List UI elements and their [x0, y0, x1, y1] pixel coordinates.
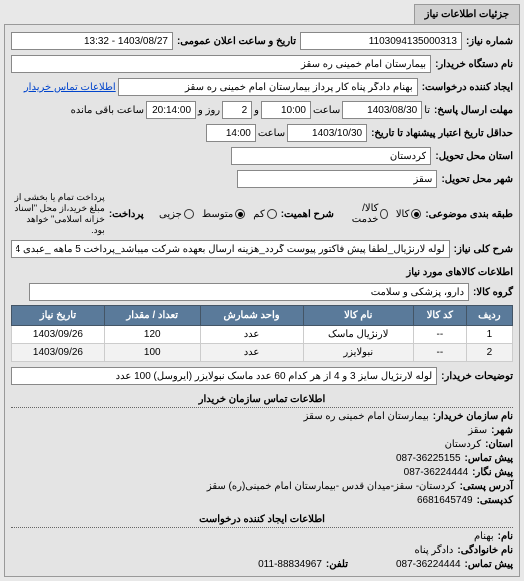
city-label: شهر محل تحویل: — [439, 174, 513, 185]
importance-label: شرح اهمیت: — [279, 209, 334, 220]
items-table: ردیف کد کالا نام کالا واحد شمارش تعداد /… — [11, 305, 513, 362]
remain-days[interactable] — [222, 101, 252, 119]
group-field[interactable] — [29, 283, 469, 301]
payment-label: پرداخت: — [107, 209, 144, 220]
cell: 1403/09/26 — [12, 326, 105, 344]
radio-low-label: کم — [253, 209, 264, 220]
cell: -- — [413, 344, 466, 362]
cb-city: سقز — [468, 425, 487, 436]
cb-postcode: 6681645749 — [417, 495, 473, 506]
cell: -- — [413, 326, 466, 344]
cb-province: کردستان — [445, 439, 482, 450]
radio-low-icon — [267, 209, 277, 219]
details-panel: شماره نیاز: تاریخ و ساعت اعلان عمومی: نا… — [4, 24, 520, 577]
cell: نبولایزر — [303, 344, 413, 362]
buyer-org-label: نام دستگاه خریدار: — [433, 59, 513, 70]
requester-field[interactable] — [118, 78, 418, 96]
group-label: گروه کالا: — [471, 287, 513, 298]
remain-and: و — [254, 105, 259, 116]
city-field[interactable] — [237, 170, 437, 188]
number-label: شماره نیاز: — [464, 36, 513, 47]
cell: 120 — [104, 326, 200, 344]
deadline-time-label: ساعت — [313, 105, 340, 116]
radio-both-label: کالا/خدمت — [349, 203, 378, 225]
cb-org-label: نام سازمان خریدار: — [433, 411, 513, 422]
packaging-radios[interactable]: کالا کالا/خدمت — [343, 203, 421, 225]
cc-fax-label: تلفن: — [326, 559, 348, 570]
valid-date[interactable] — [287, 124, 367, 142]
title-label: شرح کلی نیاز: — [452, 244, 513, 255]
importance-radios[interactable]: کم متوسط جزیی — [153, 209, 277, 220]
cb-postal-label: آدرس پستی: — [460, 481, 513, 492]
packaging-label: طبقه بندی موضوعی: — [423, 209, 513, 220]
cb-fax: 087-36224444 — [404, 467, 469, 478]
radio-partial-label: جزیی — [159, 209, 182, 220]
cell: عدد — [200, 344, 303, 362]
th-row: ردیف — [466, 306, 512, 326]
cb-fax-label: پیش نگار: — [472, 467, 513, 478]
remain-time[interactable] — [146, 101, 196, 119]
payment-note: پرداخت تمام یا بخشی از مبلغ خرید،از محل … — [11, 192, 105, 236]
cell: 1403/09/26 — [12, 344, 105, 362]
cc-fname-label: نام: — [498, 531, 513, 542]
public-date-field[interactable] — [11, 32, 173, 50]
cc-fname: بهنام — [474, 531, 494, 542]
th-code: کد کالا — [413, 306, 466, 326]
radio-kala-label: کالا — [396, 209, 410, 220]
th-date: تاریخ نیاز — [12, 306, 105, 326]
radio-med-label: متوسط — [202, 209, 233, 220]
valid-label: حداقل تاریخ اعتبار پیشنهاد تا تاریخ: — [369, 128, 513, 139]
cc-fax: 011-88834967 — [258, 559, 322, 570]
cell: لارنژیال ماسک — [303, 326, 413, 344]
cc-phone: 087-36224444 — [396, 559, 461, 570]
items-section-title: اطلاعات کالاهای مورد نیاز — [11, 267, 513, 278]
th-qty: تعداد / مقدار — [104, 306, 200, 326]
province-field[interactable] — [231, 147, 431, 165]
requester-label: ایجاد کننده درخواست: — [420, 82, 513, 93]
th-unit: واحد شمارش — [200, 306, 303, 326]
cb-org: بیمارستان امام خمینی ره سقز — [304, 411, 429, 422]
contact-creator-title: اطلاعات ایجاد کننده درخواست — [11, 514, 513, 528]
buyer-notes-label: توضیحات خریدار: — [439, 371, 513, 382]
cc-lname-label: نام خانوادگی: — [457, 545, 513, 556]
cell: 1 — [466, 326, 512, 344]
buyer-notes-field[interactable] — [11, 367, 437, 385]
remain-time-label: ساعت باقی مانده — [71, 105, 144, 116]
cb-postcode-label: کدپستی: — [477, 495, 513, 506]
table-header-row: ردیف کد کالا نام کالا واحد شمارش تعداد /… — [12, 306, 513, 326]
contact-buyer-title: اطلاعات تماس سازمان خریدار — [11, 394, 513, 408]
radio-both-icon — [380, 209, 387, 219]
table-row: 2 -- نبولایزر عدد 100 1403/09/26 — [12, 344, 513, 362]
buyer-org-field[interactable] — [11, 55, 431, 73]
deadline-time[interactable] — [261, 101, 311, 119]
number-field[interactable] — [300, 32, 462, 50]
deadline-date[interactable] — [342, 101, 422, 119]
cell: عدد — [200, 326, 303, 344]
deadline-label: مهلت ارسال پاسخ: — [432, 105, 513, 116]
cc-phone-label: پیش تماس: — [465, 559, 513, 570]
public-date-label: تاریخ و ساعت اعلان عمومی: — [175, 36, 296, 47]
cb-province-label: استان: — [485, 439, 513, 450]
province-label: استان محل تحویل: — [433, 151, 513, 162]
contact-buyer-link[interactable]: اطلاعات تماس خریدار — [24, 82, 116, 93]
remain-day-label: روز و — [198, 105, 220, 116]
cb-postal: کردستان- سقز-میدان قدس -بیمارستان امام خ… — [207, 481, 456, 492]
tab-details[interactable]: جزئیات اطلاعات نیاز — [414, 4, 520, 24]
title-field[interactable] — [11, 240, 450, 258]
valid-time-label: ساعت — [258, 128, 285, 139]
cell: 2 — [466, 344, 512, 362]
radio-med-icon — [235, 209, 245, 219]
radio-kala-icon — [411, 209, 421, 219]
cc-lname: دادگر پناه — [415, 545, 454, 556]
cb-city-label: شهر: — [491, 425, 513, 436]
table-row: 1 -- لارنژیال ماسک عدد 120 1403/09/26 — [12, 326, 513, 344]
cb-phone: 087-36225155 — [396, 453, 461, 464]
cb-phone-label: پیش تماس: — [465, 453, 513, 464]
radio-partial-icon — [184, 209, 194, 219]
cell: 100 — [104, 344, 200, 362]
valid-time[interactable] — [206, 124, 256, 142]
deadline-until: تا — [424, 105, 430, 116]
th-name: نام کالا — [303, 306, 413, 326]
